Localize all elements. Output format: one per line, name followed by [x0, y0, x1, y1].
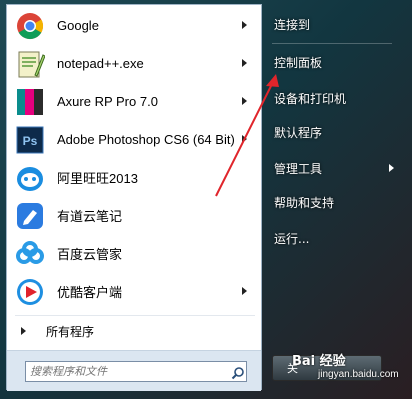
submenu-arrow-icon[interactable]: [389, 164, 394, 172]
link-devices-printers[interactable]: 设备和打印机: [268, 85, 392, 111]
submenu-arrow-icon[interactable]: [242, 287, 247, 295]
program-item-google[interactable]: Google: [9, 7, 259, 44]
youku-icon: [15, 277, 45, 307]
link-admin-tools[interactable]: 管理工具: [268, 155, 394, 181]
link-control-panel[interactable]: 控制面板: [268, 49, 392, 75]
submenu-arrow-icon[interactable]: [242, 135, 247, 143]
link-help-support[interactable]: 帮助和支持: [268, 189, 392, 215]
program-item-notepadpp[interactable]: notepad++.exe: [9, 45, 259, 82]
program-label: 百度云管家: [57, 247, 123, 262]
program-item-youku[interactable]: 优酷客户端: [9, 273, 259, 310]
photoshop-icon: Ps: [15, 125, 45, 155]
link-default-programs[interactable]: 默认程序: [268, 119, 392, 145]
right-links-panel: 连接到 控制面板 设备和打印机 默认程序 管理工具 帮助和支持 运行...: [262, 0, 412, 399]
submenu-arrow-icon[interactable]: [242, 59, 247, 67]
program-label: Adobe Photoshop CS6 (64 Bit): [57, 132, 235, 147]
program-label: 阿里旺旺2013: [57, 171, 138, 186]
start-menu: Google notepad++.exe Axure RP Pro 7.0 Ps…: [0, 0, 412, 399]
submenu-arrow-icon[interactable]: [242, 97, 247, 105]
chrome-icon: [15, 11, 45, 41]
program-item-axure[interactable]: Axure RP Pro 7.0: [9, 83, 259, 120]
program-label: 有道云笔记: [57, 209, 123, 224]
watermark-logo: Bai 经验: [292, 354, 346, 369]
baidu-cloud-icon: [15, 239, 45, 269]
program-item-aliwangwang[interactable]: 阿里旺旺2013: [9, 159, 259, 196]
search-input[interactable]: [25, 361, 247, 382]
divider: [15, 315, 255, 316]
expand-arrow-icon: [21, 327, 26, 335]
program-item-photoshop[interactable]: Ps Adobe Photoshop CS6 (64 Bit): [9, 121, 259, 158]
watermark-url: jingyan.baidu.com: [318, 369, 399, 380]
search-bar: [7, 350, 261, 391]
link-label: 运行...: [274, 231, 310, 246]
program-label: notepad++.exe: [57, 56, 144, 71]
link-label: 设备和打印机: [274, 91, 347, 106]
link-run[interactable]: 运行...: [268, 225, 392, 251]
program-item-baidu-cloud[interactable]: 百度云管家: [9, 235, 259, 272]
program-label: Google: [57, 18, 99, 33]
submenu-arrow-icon[interactable]: [242, 21, 247, 29]
program-item-youdao-note[interactable]: 有道云笔记: [9, 197, 259, 234]
link-label: 连接到: [274, 17, 311, 32]
programs-panel: Google notepad++.exe Axure RP Pro 7.0 Ps…: [6, 4, 262, 391]
search-icon[interactable]: [231, 365, 245, 380]
link-connect-to[interactable]: 连接到: [268, 11, 392, 37]
svg-text:Ps: Ps: [23, 134, 38, 148]
link-label: 控制面板: [274, 55, 323, 70]
link-label: 管理工具: [274, 161, 323, 176]
link-label: 帮助和支持: [274, 195, 335, 210]
divider: [272, 43, 392, 44]
program-label: Axure RP Pro 7.0: [57, 94, 158, 109]
all-programs-label: 所有程序: [46, 324, 95, 339]
link-label: 默认程序: [274, 125, 323, 140]
youdao-note-icon: [15, 201, 45, 231]
notepadpp-icon: [15, 49, 46, 79]
all-programs-button[interactable]: 所有程序: [15, 319, 255, 343]
aliwangwang-icon: [15, 163, 45, 193]
axure-icon: [15, 87, 45, 117]
program-label: 优酷客户端: [57, 285, 123, 300]
